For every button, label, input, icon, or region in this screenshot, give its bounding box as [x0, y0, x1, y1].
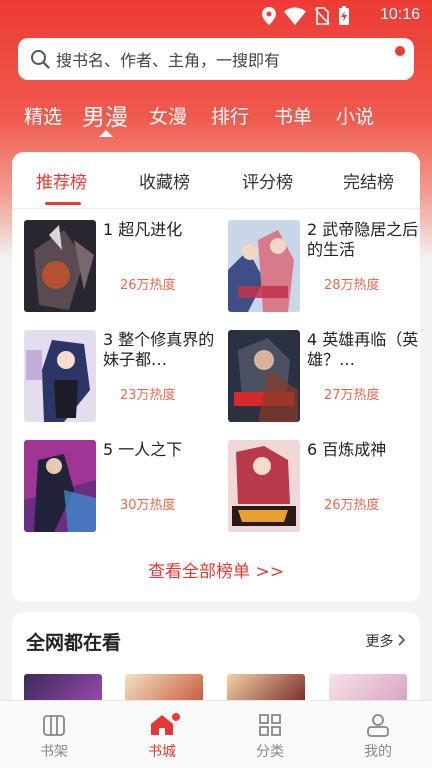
section-title: 全网都在看	[26, 632, 122, 654]
search-placeholder: 搜书名、作者、主角，一搜即有	[56, 51, 281, 70]
book-item[interactable]: 3 整个修真界的妹子都… 23万热度	[24, 330, 224, 425]
book-title: 4 英雄再临（英雄？…	[307, 330, 419, 369]
bottom-tab-bookshelf[interactable]: 书架	[0, 701, 108, 768]
search-icon	[31, 50, 50, 69]
category-nav: 精选 男漫 女漫 排行 书单 小说	[0, 96, 432, 137]
book-title: 1 超凡进化	[103, 220, 183, 239]
nav-tab-male-comics[interactable]: 男漫	[82, 98, 128, 132]
ranking-tab-favorites[interactable]: 收藏榜	[139, 168, 190, 193]
book-title: 2 武帝隐居之后的生活	[307, 220, 419, 259]
view-all-rankings-link[interactable]: 查看全部榜单 >>	[12, 557, 420, 582]
book-cover[interactable]	[228, 330, 300, 422]
status-bar: 10:16	[0, 0, 432, 32]
search-bar[interactable]: 搜书名、作者、主角，一搜即有	[18, 38, 414, 80]
more-link[interactable]: 更多	[366, 631, 406, 651]
bottom-navigation: 书架 书城 分类 我的	[0, 700, 432, 768]
no-sim-icon	[314, 7, 330, 25]
book-heat: 28万热度	[324, 278, 380, 293]
book-cover[interactable]	[24, 220, 96, 312]
notification-dot	[395, 46, 405, 56]
category-icon	[259, 714, 281, 736]
book-heat: 26万热度	[120, 278, 176, 293]
divider	[12, 208, 420, 209]
book-heat: 27万热度	[324, 388, 380, 403]
book-title: 3 整个修真界的妹子都…	[103, 330, 215, 369]
book-item[interactable]: 1 超凡进化 26万热度	[24, 220, 224, 315]
book-item[interactable]: 2 武帝隐居之后的生活 28万热度	[228, 220, 428, 315]
book-title: 6 百炼成神	[307, 440, 387, 459]
nav-tab-female-comics[interactable]: 女漫	[149, 102, 187, 129]
book-heat: 30万热度	[120, 498, 176, 513]
ranking-tab-rating[interactable]: 评分榜	[242, 168, 293, 193]
location-icon	[262, 7, 276, 25]
nav-tab-ranking[interactable]: 排行	[211, 102, 249, 129]
ranking-tab-recommended[interactable]: 推荐榜	[36, 168, 87, 193]
profile-icon	[367, 714, 389, 737]
bottom-tab-profile[interactable]: 我的	[324, 701, 432, 768]
bottom-tab-bookstore[interactable]: 书城	[108, 701, 216, 768]
nav-tab-featured[interactable]: 精选	[24, 102, 62, 129]
bookshelf-icon	[43, 715, 65, 736]
bottom-tab-category[interactable]: 分类	[216, 701, 324, 768]
status-time: 10:16	[379, 6, 420, 23]
nav-tab-novels[interactable]: 小说	[336, 102, 374, 129]
book-cover[interactable]	[24, 330, 96, 422]
book-heat: 26万热度	[324, 498, 380, 513]
ranking-tab-underline	[45, 202, 81, 205]
book-cover[interactable]	[228, 440, 300, 532]
ranking-tab-completed[interactable]: 完结榜	[343, 168, 394, 193]
chevron-right-icon	[398, 634, 406, 646]
book-title: 5 一人之下	[103, 440, 183, 459]
book-item[interactable]: 4 英雄再临（英雄？… 27万热度	[228, 330, 428, 425]
notification-dot	[171, 712, 181, 722]
ranking-tabs: 推荐榜 收藏榜 评分榜 完结榜	[12, 152, 420, 208]
wifi-icon	[284, 7, 306, 25]
book-heat: 23万热度	[120, 388, 176, 403]
book-cover[interactable]	[228, 220, 300, 312]
nav-active-indicator	[99, 130, 113, 137]
battery-charging-icon	[339, 6, 349, 25]
book-item[interactable]: 5 一人之下 30万热度	[24, 440, 224, 535]
nav-tab-booklist[interactable]: 书单	[274, 102, 312, 129]
book-item[interactable]: 6 百炼成神 26万热度	[228, 440, 428, 535]
book-cover[interactable]	[24, 440, 96, 532]
ranking-card: 推荐榜 收藏榜 评分榜 完结榜 1 超凡进化 26万热度 2 武帝隐居之后的生活…	[12, 152, 420, 602]
